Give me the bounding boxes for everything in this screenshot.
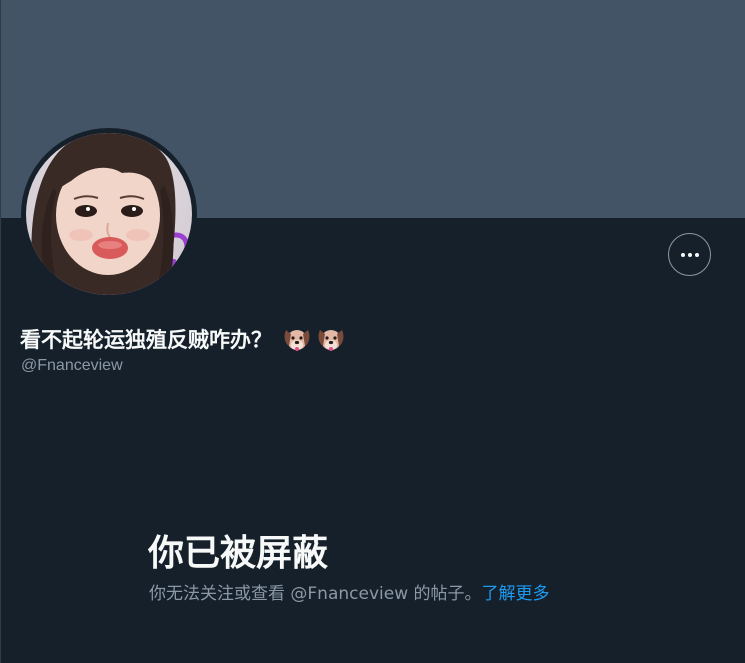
blocked-description: 你无法关注或查看 @Fnanceview 的帖子。了解更多 xyxy=(149,579,550,604)
avatar[interactable] xyxy=(26,133,192,295)
display-name: 看不起轮运独殖反贼咋办？ xyxy=(20,322,346,356)
display-name-text: 看不起轮运独殖反贼咋办？ xyxy=(20,328,272,352)
dog-face-emoji-icon xyxy=(284,330,310,351)
left-border xyxy=(0,0,1,663)
blocked-description-text: 你无法关注或查看 @Fnanceview 的帖子。 xyxy=(149,584,482,604)
dog-face-emoji-icon xyxy=(318,330,344,351)
learn-more-link[interactable]: 了解更多 xyxy=(482,584,550,604)
profile-handle: @Fnanceview xyxy=(21,357,123,374)
blocked-title: 你已被屏蔽 xyxy=(148,533,329,574)
avatar-photo xyxy=(26,133,192,295)
profile-page: 看不起轮运独殖反贼咋办？ @Fnanceview 你已被屏蔽 你无法关注或查看 … xyxy=(0,0,745,663)
more-horizontal-icon xyxy=(680,252,699,257)
more-options-button[interactable] xyxy=(668,233,711,276)
